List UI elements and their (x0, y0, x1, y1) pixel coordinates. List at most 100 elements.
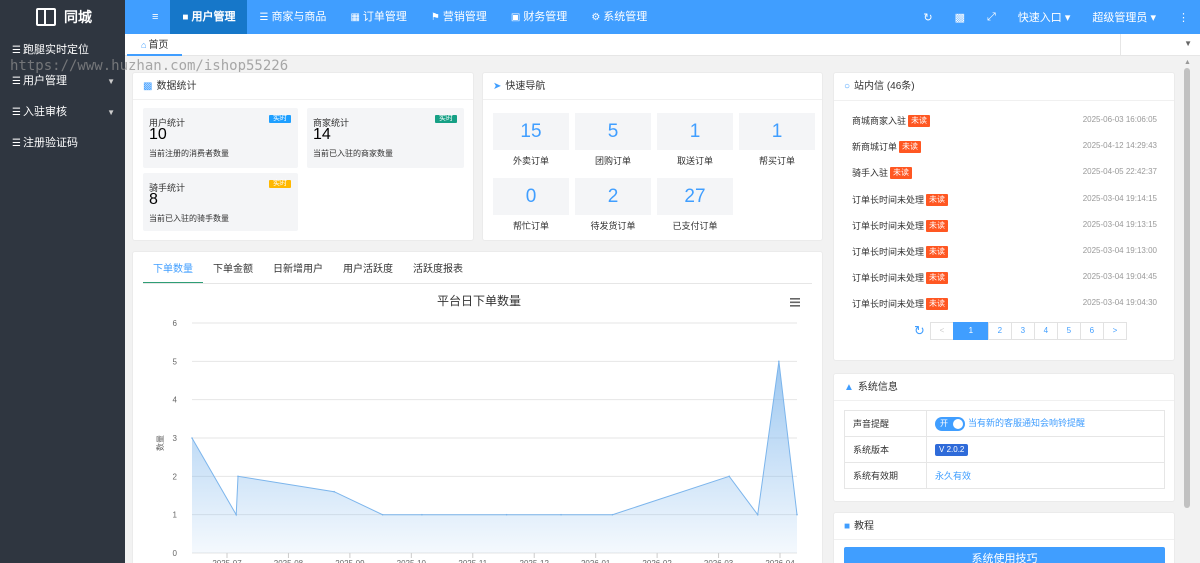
scrollbar-thumb[interactable] (1184, 68, 1190, 508)
top-menu-orders[interactable]: ▦ 订单管理 (338, 0, 418, 34)
pager-prev-button[interactable]: < (929, 322, 954, 340)
quicknav-help-count[interactable]: 0 (493, 178, 569, 215)
quick-entry-dropdown[interactable]: 快速入口 ▾ (1007, 9, 1082, 25)
quicknav-buy-count[interactable]: 1 (739, 113, 815, 150)
x-tick-label: 2026-01 (581, 559, 611, 563)
tab-bar: ⌂ 首页 ▼ (125, 34, 1200, 56)
unread-badge: 未读 (899, 141, 922, 153)
fullscreen-button[interactable]: ⤢ (976, 11, 1007, 24)
unread-badge: 未读 (926, 298, 949, 310)
chart-tab-new-users[interactable]: 日新增用户 (263, 262, 333, 284)
hamburger-icon: ≡ (152, 11, 159, 23)
list-item[interactable]: 订单长时间未处理 未读 2025-03-04 19:13:00 (852, 244, 1157, 258)
x-tick-label: 2025-12 (520, 559, 550, 563)
top-menu-users[interactable]: ■ 用户管理 (170, 0, 248, 34)
chart-tab-activity-report[interactable]: 活跃度报表 (403, 262, 473, 284)
logo[interactable]: 同城 (0, 0, 125, 34)
y-tick-label: 1 (173, 511, 178, 520)
quicknav-title: 快速导航 (505, 81, 546, 92)
list-icon: ☰ (12, 76, 21, 87)
message-icon: ○ (844, 81, 851, 92)
admin-dropdown[interactable]: 超级管理员 ▾ (1081, 9, 1167, 25)
grid-icon: ▦ (350, 12, 360, 23)
y-tick-label: 4 (173, 396, 178, 405)
y-tick-label: 5 (173, 357, 178, 366)
chart-point (611, 513, 614, 516)
x-tick-label: 2025-07 (212, 559, 242, 563)
x-tick-label: 2026-02 (642, 559, 672, 563)
quicknav-paid-label[interactable]: 已支付订单 (657, 219, 733, 232)
pagination: ↻ < 1 2 3 4 5 6 > (914, 322, 1127, 340)
pager-page-2[interactable]: 2 (987, 322, 1012, 340)
quicknav-delivery-count[interactable]: 1 (657, 113, 733, 150)
quicknav-delivery-label[interactable]: 取送订单 (657, 154, 733, 167)
sidebar-item-review[interactable]: ☰ 入驻审核 ▼ (0, 97, 125, 128)
stat-users: 用户统计 实时 10 当前注册的消费者数量 (143, 108, 298, 168)
unread-badge: 未读 (926, 272, 949, 284)
tutorial-card: ■ 教程 系统使用技巧 (833, 512, 1175, 563)
pager-next-button[interactable]: > (1102, 322, 1127, 340)
list-item[interactable]: 商城商家入驻 未读 2025-06-03 16:06:05 (852, 113, 1157, 127)
x-tick-label: 2025-11 (458, 559, 487, 563)
chart-tab-order-count[interactable]: 下单数量 (143, 262, 203, 284)
top-header: 同城 ≡ ■ 用户管理 ☰ 商家与商品 ▦ 订单管理 ⚑ 营销管理 ▣ 财务管理 ⚙ 系统管… (0, 0, 1200, 34)
list-item[interactable]: 订单长时间未处理 未读 2025-03-04 19:04:45 (852, 270, 1157, 284)
sidebar-item-captcha[interactable]: ☰ 注册验证码 (0, 128, 125, 159)
chart-menu-button[interactable] (790, 298, 800, 307)
clear-cache-button[interactable]: ▩ (944, 11, 976, 24)
chart-point (333, 490, 335, 493)
quicknav-toship-count[interactable]: 2 (575, 178, 651, 215)
validity-value: 永久有效 (935, 471, 972, 481)
quicknav-toship-label[interactable]: 待发货订单 (575, 219, 651, 232)
messages-title: 站内信 (46条) (854, 81, 915, 92)
logo-text: 同城 (64, 9, 92, 25)
top-menu-merchants[interactable]: ☰ 商家与商品 (247, 0, 338, 34)
quicknav-takeout-label[interactable]: 外卖订单 (493, 154, 569, 167)
book-icon: ■ (844, 521, 851, 532)
trash-icon: ▩ (954, 11, 965, 24)
quicknav-buy-label[interactable]: 帮买订单 (739, 154, 815, 167)
tutorial-button[interactable]: 系统使用技巧 (844, 547, 1165, 563)
list-item[interactable]: 新商城订单 未读 2025-04-12 14:29:43 (852, 139, 1157, 153)
top-menu-marketing[interactable]: ⚑ 营销管理 (419, 0, 499, 34)
sound-reminder-label: 声音提醒 (844, 410, 927, 437)
pager-page-5[interactable]: 5 (1056, 322, 1081, 340)
refresh-button[interactable]: ↻ (912, 11, 943, 24)
chart-tab-order-amount[interactable]: 下单金额 (203, 262, 263, 284)
list-icon: ☰ (12, 138, 21, 149)
more-vertical-icon: ⋮ (1178, 11, 1189, 24)
pager-page-6[interactable]: 6 (1079, 322, 1104, 340)
unread-badge: 未读 (926, 246, 949, 258)
quicknav-card: ➤ 快速导航 15 外卖订单 5 团购订单 1 取送订单 1 帮买订单 0 帮忙订… (482, 72, 823, 241)
tab-options-dropdown[interactable]: ▼ (1120, 34, 1200, 56)
top-menu-finance[interactable]: ▣ 财务管理 (499, 0, 579, 34)
quicknav-takeout-count[interactable]: 15 (493, 113, 569, 150)
chart-point (237, 475, 239, 478)
users-icon: ■ (182, 12, 189, 23)
tab-home[interactable]: ⌂ 首页 (127, 34, 183, 56)
chart-tab-user-activity[interactable]: 用户活跃度 (333, 262, 403, 284)
top-menu-system[interactable]: ⚙ 系统管理 (579, 0, 659, 34)
x-tick-label: 2026-03 (704, 559, 734, 563)
scroll-up-icon[interactable]: ▲ (1184, 59, 1191, 66)
quicknav-groupbuy-count[interactable]: 5 (575, 113, 651, 150)
list-item[interactable]: 骑手入驻 未读 2025-04-05 22:42:37 (852, 165, 1157, 179)
pager-page-3[interactable]: 3 (1010, 322, 1035, 340)
refresh-icon[interactable]: ↻ (914, 323, 925, 339)
stat-merchants: 商家统计 实时 14 当前已入驻的商家数量 (307, 108, 464, 168)
sound-toggle[interactable]: 开 (935, 416, 965, 431)
wallet-icon: ▣ (510, 12, 521, 23)
quicknav-groupbuy-label[interactable]: 团购订单 (575, 154, 651, 167)
quicknav-help-label[interactable]: 帮忙订单 (493, 219, 569, 232)
sidebar: ☰ 跑腿实时定位 ☰ 用户管理 ▼ ☰ 入驻审核 ▼ ☰ 注册验证码 (0, 34, 125, 563)
list-item[interactable]: 订单长时间未处理 未读 2025-03-04 19:04:30 (852, 296, 1157, 310)
list-item[interactable]: 订单长时间未处理 未读 2025-03-04 19:13:15 (852, 218, 1157, 232)
more-menu-button[interactable]: ⋮ (1167, 11, 1200, 24)
pager-page-1[interactable]: 1 (952, 322, 989, 340)
list-item[interactable]: 订单长时间未处理 未读 2025-03-04 19:14:15 (852, 192, 1157, 206)
pager-page-4[interactable]: 4 (1033, 322, 1058, 340)
quicknav-paid-count[interactable]: 27 (657, 178, 733, 215)
menu-toggle-button[interactable]: ≡ (140, 0, 170, 34)
chart-point (560, 513, 562, 516)
chart-point (381, 513, 384, 516)
